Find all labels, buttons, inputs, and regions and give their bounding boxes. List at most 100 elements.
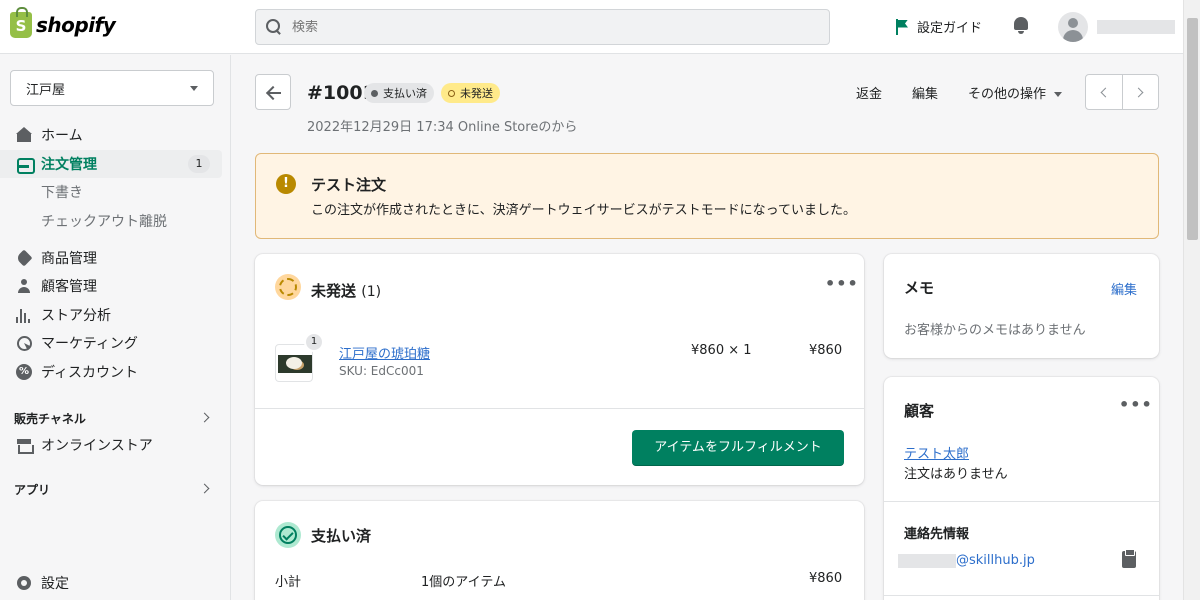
orders-icon bbox=[16, 156, 35, 174]
user-name-redacted[interactable] bbox=[1097, 20, 1175, 34]
gear-icon bbox=[16, 575, 32, 591]
next-order-button[interactable] bbox=[1123, 75, 1159, 109]
sidebar-item-abandoned-checkouts[interactable]: チェックアウト離脱 bbox=[0, 207, 222, 235]
email-redacted bbox=[898, 554, 956, 568]
sidebar-item-label: 注文管理 bbox=[41, 157, 97, 173]
back-button[interactable] bbox=[255, 74, 291, 110]
more-actions-button[interactable]: その他の操作 bbox=[968, 83, 1063, 102]
tag-icon bbox=[16, 250, 32, 266]
sidebar-item-home[interactable]: ホーム bbox=[0, 121, 222, 149]
sidebar-item-products[interactable]: 商品管理 bbox=[0, 244, 222, 272]
bell-icon[interactable] bbox=[1013, 16, 1029, 34]
sidebar-item-drafts[interactable]: 下書き bbox=[0, 178, 222, 206]
notes-empty-text: お客様からのメモはありません bbox=[904, 323, 1086, 338]
test-order-banner: ! テスト注文 この注文が作成されたときに、決済ゲートウェイサービスがテストモー… bbox=[255, 153, 1159, 239]
sidebar-item-label: ディスカウント bbox=[41, 365, 139, 381]
payment-card: 支払い済 小計 1個のアイテム ¥860 bbox=[255, 501, 864, 600]
customer-name-link[interactable]: テスト太郎 bbox=[904, 443, 969, 462]
orders-count-badge: 1 bbox=[188, 155, 210, 173]
divider bbox=[255, 408, 864, 409]
status-badge-label: 未発送 bbox=[460, 87, 493, 100]
customer-email-link[interactable]: @skillhub.jp bbox=[956, 553, 1035, 568]
sidebar-item-orders[interactable]: 注文管理 1 bbox=[0, 150, 222, 178]
notes-card: メモ 編集 お客様からのメモはありません bbox=[884, 254, 1159, 358]
unfulfilled-title: 未発送 (1) bbox=[311, 280, 381, 301]
caret-down-icon bbox=[190, 86, 198, 91]
divider bbox=[884, 501, 1159, 502]
product-sku: SKU: EdCc001 bbox=[339, 364, 424, 378]
unfulfilled-title-label: 未発送 bbox=[311, 282, 357, 300]
shopify-logo[interactable]: shopify bbox=[10, 7, 116, 38]
bar-chart-icon bbox=[16, 307, 32, 323]
sidebar-item-label: ストア分析 bbox=[41, 308, 111, 324]
sidebar-item-online-store[interactable]: オンラインストア bbox=[0, 431, 222, 459]
subtotal-items: 1個のアイテム bbox=[421, 575, 506, 590]
sidebar-item-label: 下書き bbox=[41, 185, 83, 201]
discount-icon bbox=[16, 364, 32, 380]
clipboard-icon[interactable] bbox=[1122, 549, 1136, 568]
more-horizontal-icon[interactable]: ••• bbox=[1119, 395, 1153, 414]
home-icon bbox=[16, 127, 32, 143]
sales-channels-header[interactable]: 販売チャネル bbox=[14, 410, 214, 427]
fulfill-items-button[interactable]: アイテムをフルフィルメント bbox=[632, 430, 844, 466]
product-link[interactable]: 江戸屋の琥珀糖 bbox=[339, 343, 430, 362]
sidebar-item-label: チェックアウト離脱 bbox=[41, 214, 167, 230]
brand-name: shopify bbox=[36, 13, 116, 37]
flag-icon bbox=[895, 18, 909, 35]
status-dot-icon bbox=[371, 89, 378, 97]
order-pagination bbox=[1085, 74, 1159, 110]
chevron-right-icon bbox=[199, 412, 210, 423]
subtotal-value: ¥860 bbox=[809, 571, 843, 586]
banner-text: この注文が作成されたときに、決済ゲートウェイサービスがテストモードになっていまし… bbox=[311, 203, 856, 218]
search-bar[interactable] bbox=[255, 9, 830, 45]
sidebar-item-settings[interactable]: 設定 bbox=[0, 569, 222, 597]
warning-icon: ! bbox=[276, 174, 296, 194]
caret-down-icon bbox=[1054, 92, 1063, 97]
check-circle-icon bbox=[275, 522, 301, 548]
sidebar-item-label: 商品管理 bbox=[41, 251, 97, 267]
sidebar-item-analytics[interactable]: ストア分析 bbox=[0, 301, 222, 329]
subtotal-label: 小計 bbox=[275, 575, 302, 590]
divider bbox=[884, 595, 1159, 596]
banner-title: テスト注文 bbox=[311, 176, 387, 194]
scrollbar-thumb[interactable] bbox=[1187, 18, 1198, 240]
payment-title: 支払い済 bbox=[311, 527, 372, 545]
sidebar-item-customers[interactable]: 顧客管理 bbox=[0, 272, 222, 300]
marketing-icon bbox=[16, 335, 32, 351]
customer-card: 顧客 ••• テスト太郎 注文はありません 連絡先情報 @skillhub.jp bbox=[884, 377, 1159, 600]
avatar[interactable] bbox=[1058, 12, 1088, 42]
quantity-badge: 1 bbox=[304, 332, 324, 352]
setup-guide-label: 設定ガイド bbox=[917, 21, 983, 36]
search-input[interactable] bbox=[292, 19, 792, 35]
line-total: ¥860 bbox=[809, 343, 843, 358]
page-scrollbar[interactable] bbox=[1183, 0, 1200, 600]
store-name: 江戸屋 bbox=[26, 82, 66, 98]
unfulfilled-icon bbox=[275, 274, 301, 300]
sidebar-item-label: 顧客管理 bbox=[41, 279, 97, 295]
status-badge-paid: 支払い済 bbox=[364, 83, 434, 103]
refund-button[interactable]: 返金 bbox=[856, 83, 882, 102]
sidebar-item-label: マーケティング bbox=[41, 336, 138, 352]
sidebar-item-marketing[interactable]: マーケティング bbox=[0, 329, 222, 357]
customer-orders-text: 注文はありません bbox=[904, 467, 1008, 482]
store-icon bbox=[16, 437, 34, 454]
status-badge-unfulfilled: 未発送 bbox=[441, 83, 500, 103]
store-selector[interactable]: 江戸屋 bbox=[10, 70, 214, 106]
more-horizontal-icon[interactable]: ••• bbox=[825, 274, 859, 293]
sidebar-item-label: ホーム bbox=[41, 128, 83, 144]
status-badge-label: 支払い済 bbox=[383, 87, 427, 100]
sidebar-item-discounts[interactable]: ディスカウント bbox=[0, 358, 222, 386]
chevron-right-icon bbox=[199, 483, 210, 494]
sales-channels-label: 販売チャネル bbox=[14, 412, 86, 426]
setup-guide-button[interactable]: 設定ガイド bbox=[895, 17, 982, 36]
sidebar-item-label: オンラインストア bbox=[41, 438, 153, 454]
sidebar: 江戸屋 ホーム 注文管理 1 下書き チェックアウト離脱 商品管理 顧客管理 ス… bbox=[0, 55, 231, 600]
previous-order-button[interactable] bbox=[1086, 75, 1123, 109]
edit-order-button[interactable]: 編集 bbox=[912, 83, 938, 102]
unfulfilled-count: (1) bbox=[361, 284, 382, 300]
unfulfilled-card: 未発送 (1) ••• 1 江戸屋の琥珀糖 SKU: EdCc001 ¥860 … bbox=[255, 254, 864, 485]
apps-header[interactable]: アプリ bbox=[14, 481, 214, 498]
edit-notes-link[interactable]: 編集 bbox=[1111, 279, 1137, 298]
contact-info-title: 連絡先情報 bbox=[904, 527, 970, 542]
chevron-right-icon bbox=[1133, 87, 1143, 98]
